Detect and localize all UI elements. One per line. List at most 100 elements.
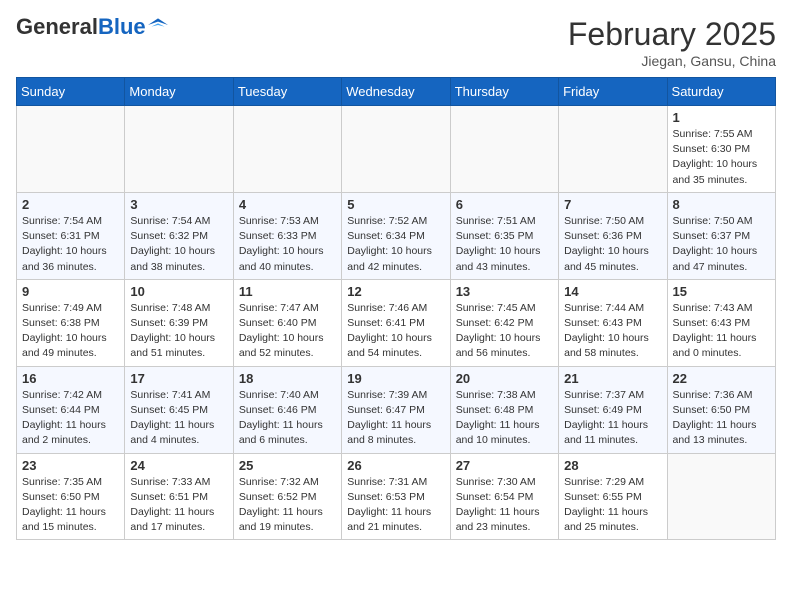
day-number: 8 [673,197,770,212]
day-number: 3 [130,197,227,212]
day-info: Sunrise: 7:37 AMSunset: 6:49 PMDaylight:… [564,388,661,449]
day-info: Sunrise: 7:31 AMSunset: 6:53 PMDaylight:… [347,475,444,536]
calendar-cell: 21 Sunrise: 7:37 AMSunset: 6:49 PMDayligh… [559,366,667,453]
day-number: 19 [347,371,444,386]
day-number: 22 [673,371,770,386]
calendar-cell: 12 Sunrise: 7:46 AMSunset: 6:41 PMDayligh… [342,279,450,366]
calendar-cell: 4Sunrise: 7:53 AMSunset: 6:33 PMDaylight… [233,192,341,279]
logo-icon [148,18,168,32]
weekday-header-sunday: Sunday [17,78,125,106]
day-info: Sunrise: 7:51 AMSunset: 6:35 PMDaylight:… [456,214,553,275]
day-number: 15 [673,284,770,299]
day-number: 20 [456,371,553,386]
calendar-cell [667,453,775,540]
calendar-cell: 15 Sunrise: 7:43 AMSunset: 6:43 PMDayligh… [667,279,775,366]
day-info: Sunrise: 7:29 AMSunset: 6:55 PMDaylight:… [564,475,661,536]
day-info: Sunrise: 7:47 AMSunset: 6:40 PMDaylight:… [239,301,336,362]
day-number: 7 [564,197,661,212]
location: Jiegan, Gansu, China [568,53,776,69]
day-info: Sunrise: 7:39 AMSunset: 6:47 PMDaylight:… [347,388,444,449]
day-number: 13 [456,284,553,299]
calendar-cell: 19 Sunrise: 7:39 AMSunset: 6:47 PMDayligh… [342,366,450,453]
day-number: 9 [22,284,119,299]
day-info: Sunrise: 7:50 AMSunset: 6:36 PMDaylight:… [564,214,661,275]
day-number: 14 [564,284,661,299]
day-number: 2 [22,197,119,212]
weekday-header-row: SundayMondayTuesdayWednesdayThursdayFrid… [17,78,776,106]
weekday-header-wednesday: Wednesday [342,78,450,106]
day-info: Sunrise: 7:35 AMSunset: 6:50 PMDaylight:… [22,475,119,536]
weekday-header-friday: Friday [559,78,667,106]
logo-text: GeneralBlue [16,16,146,38]
day-info: Sunrise: 7:46 AMSunset: 6:41 PMDaylight:… [347,301,444,362]
day-number: 12 [347,284,444,299]
day-number: 10 [130,284,227,299]
calendar-cell: 7 Sunrise: 7:50 AMSunset: 6:36 PMDaylight… [559,192,667,279]
calendar-cell: 18 Sunrise: 7:40 AMSunset: 6:46 PMDayligh… [233,366,341,453]
calendar-week-row: 9Sunrise: 7:49 AMSunset: 6:38 PMDaylight… [17,279,776,366]
calendar-cell: 3 Sunrise: 7:54 AMSunset: 6:32 PMDaylight… [125,192,233,279]
calendar-cell: 11 Sunrise: 7:47 AMSunset: 6:40 PMDayligh… [233,279,341,366]
day-number: 6 [456,197,553,212]
day-number: 27 [456,458,553,473]
day-info: Sunrise: 7:32 AMSunset: 6:52 PMDaylight:… [239,475,336,536]
weekday-header-monday: Monday [125,78,233,106]
calendar-cell [17,106,125,193]
day-info: Sunrise: 7:54 AMSunset: 6:32 PMDaylight:… [130,214,227,275]
day-number: 16 [22,371,119,386]
calendar-week-row: 16 Sunrise: 7:42 AMSunset: 6:44 PMDayligh… [17,366,776,453]
day-info: Sunrise: 7:33 AMSunset: 6:51 PMDaylight:… [130,475,227,536]
day-number: 11 [239,284,336,299]
day-info: Sunrise: 7:52 AMSunset: 6:34 PMDaylight:… [347,214,444,275]
calendar-cell: 16 Sunrise: 7:42 AMSunset: 6:44 PMDayligh… [17,366,125,453]
day-info: Sunrise: 7:38 AMSunset: 6:48 PMDaylight:… [456,388,553,449]
calendar-cell [559,106,667,193]
day-info: Sunrise: 7:43 AMSunset: 6:43 PMDaylight:… [673,301,770,362]
title-block: February 2025 Jiegan, Gansu, China [568,16,776,69]
day-info: Sunrise: 7:55 AMSunset: 6:30 PMDaylight:… [673,127,770,188]
calendar-cell: 13Sunrise: 7:45 AMSunset: 6:42 PMDayligh… [450,279,558,366]
calendar-cell: 27 Sunrise: 7:30 AMSunset: 6:54 PMDayligh… [450,453,558,540]
calendar-cell: 20 Sunrise: 7:38 AMSunset: 6:48 PMDayligh… [450,366,558,453]
day-number: 25 [239,458,336,473]
calendar-week-row: 2 Sunrise: 7:54 AMSunset: 6:31 PMDaylight… [17,192,776,279]
calendar-cell: 24 Sunrise: 7:33 AMSunset: 6:51 PMDayligh… [125,453,233,540]
calendar-cell: 26Sunrise: 7:31 AMSunset: 6:53 PMDayligh… [342,453,450,540]
day-number: 18 [239,371,336,386]
day-number: 21 [564,371,661,386]
calendar-cell: 8 Sunrise: 7:50 AMSunset: 6:37 PMDaylight… [667,192,775,279]
day-info: Sunrise: 7:36 AMSunset: 6:50 PMDaylight:… [673,388,770,449]
calendar-cell [450,106,558,193]
day-number: 23 [22,458,119,473]
calendar-cell: 25 Sunrise: 7:32 AMSunset: 6:52 PMDayligh… [233,453,341,540]
calendar-cell: 9Sunrise: 7:49 AMSunset: 6:38 PMDaylight… [17,279,125,366]
weekday-header-thursday: Thursday [450,78,558,106]
calendar-cell: 5 Sunrise: 7:52 AMSunset: 6:34 PMDaylight… [342,192,450,279]
day-number: 28 [564,458,661,473]
calendar-cell: 28 Sunrise: 7:29 AMSunset: 6:55 PMDayligh… [559,453,667,540]
day-number: 24 [130,458,227,473]
day-number: 5 [347,197,444,212]
calendar-week-row: 1Sunrise: 7:55 AMSunset: 6:30 PMDaylight… [17,106,776,193]
calendar-cell: 17 Sunrise: 7:41 AMSunset: 6:45 PMDayligh… [125,366,233,453]
calendar-cell [233,106,341,193]
calendar-table: SundayMondayTuesdayWednesdayThursdayFrid… [16,77,776,540]
day-info: Sunrise: 7:50 AMSunset: 6:37 PMDaylight:… [673,214,770,275]
calendar-cell: 23 Sunrise: 7:35 AMSunset: 6:50 PMDayligh… [17,453,125,540]
calendar-cell [125,106,233,193]
logo: GeneralBlue [16,16,168,38]
day-info: Sunrise: 7:40 AMSunset: 6:46 PMDaylight:… [239,388,336,449]
day-info: Sunrise: 7:42 AMSunset: 6:44 PMDaylight:… [22,388,119,449]
day-info: Sunrise: 7:41 AMSunset: 6:45 PMDaylight:… [130,388,227,449]
day-info: Sunrise: 7:54 AMSunset: 6:31 PMDaylight:… [22,214,119,275]
day-number: 4 [239,197,336,212]
weekday-header-tuesday: Tuesday [233,78,341,106]
calendar-cell: 10Sunrise: 7:48 AMSunset: 6:39 PMDayligh… [125,279,233,366]
calendar-cell: 14Sunrise: 7:44 AMSunset: 6:43 PMDayligh… [559,279,667,366]
day-number: 17 [130,371,227,386]
day-info: Sunrise: 7:30 AMSunset: 6:54 PMDaylight:… [456,475,553,536]
calendar-cell: 22 Sunrise: 7:36 AMSunset: 6:50 PMDayligh… [667,366,775,453]
calendar-cell: 1Sunrise: 7:55 AMSunset: 6:30 PMDaylight… [667,106,775,193]
calendar-cell: 6 Sunrise: 7:51 AMSunset: 6:35 PMDaylight… [450,192,558,279]
calendar-week-row: 23 Sunrise: 7:35 AMSunset: 6:50 PMDayligh… [17,453,776,540]
